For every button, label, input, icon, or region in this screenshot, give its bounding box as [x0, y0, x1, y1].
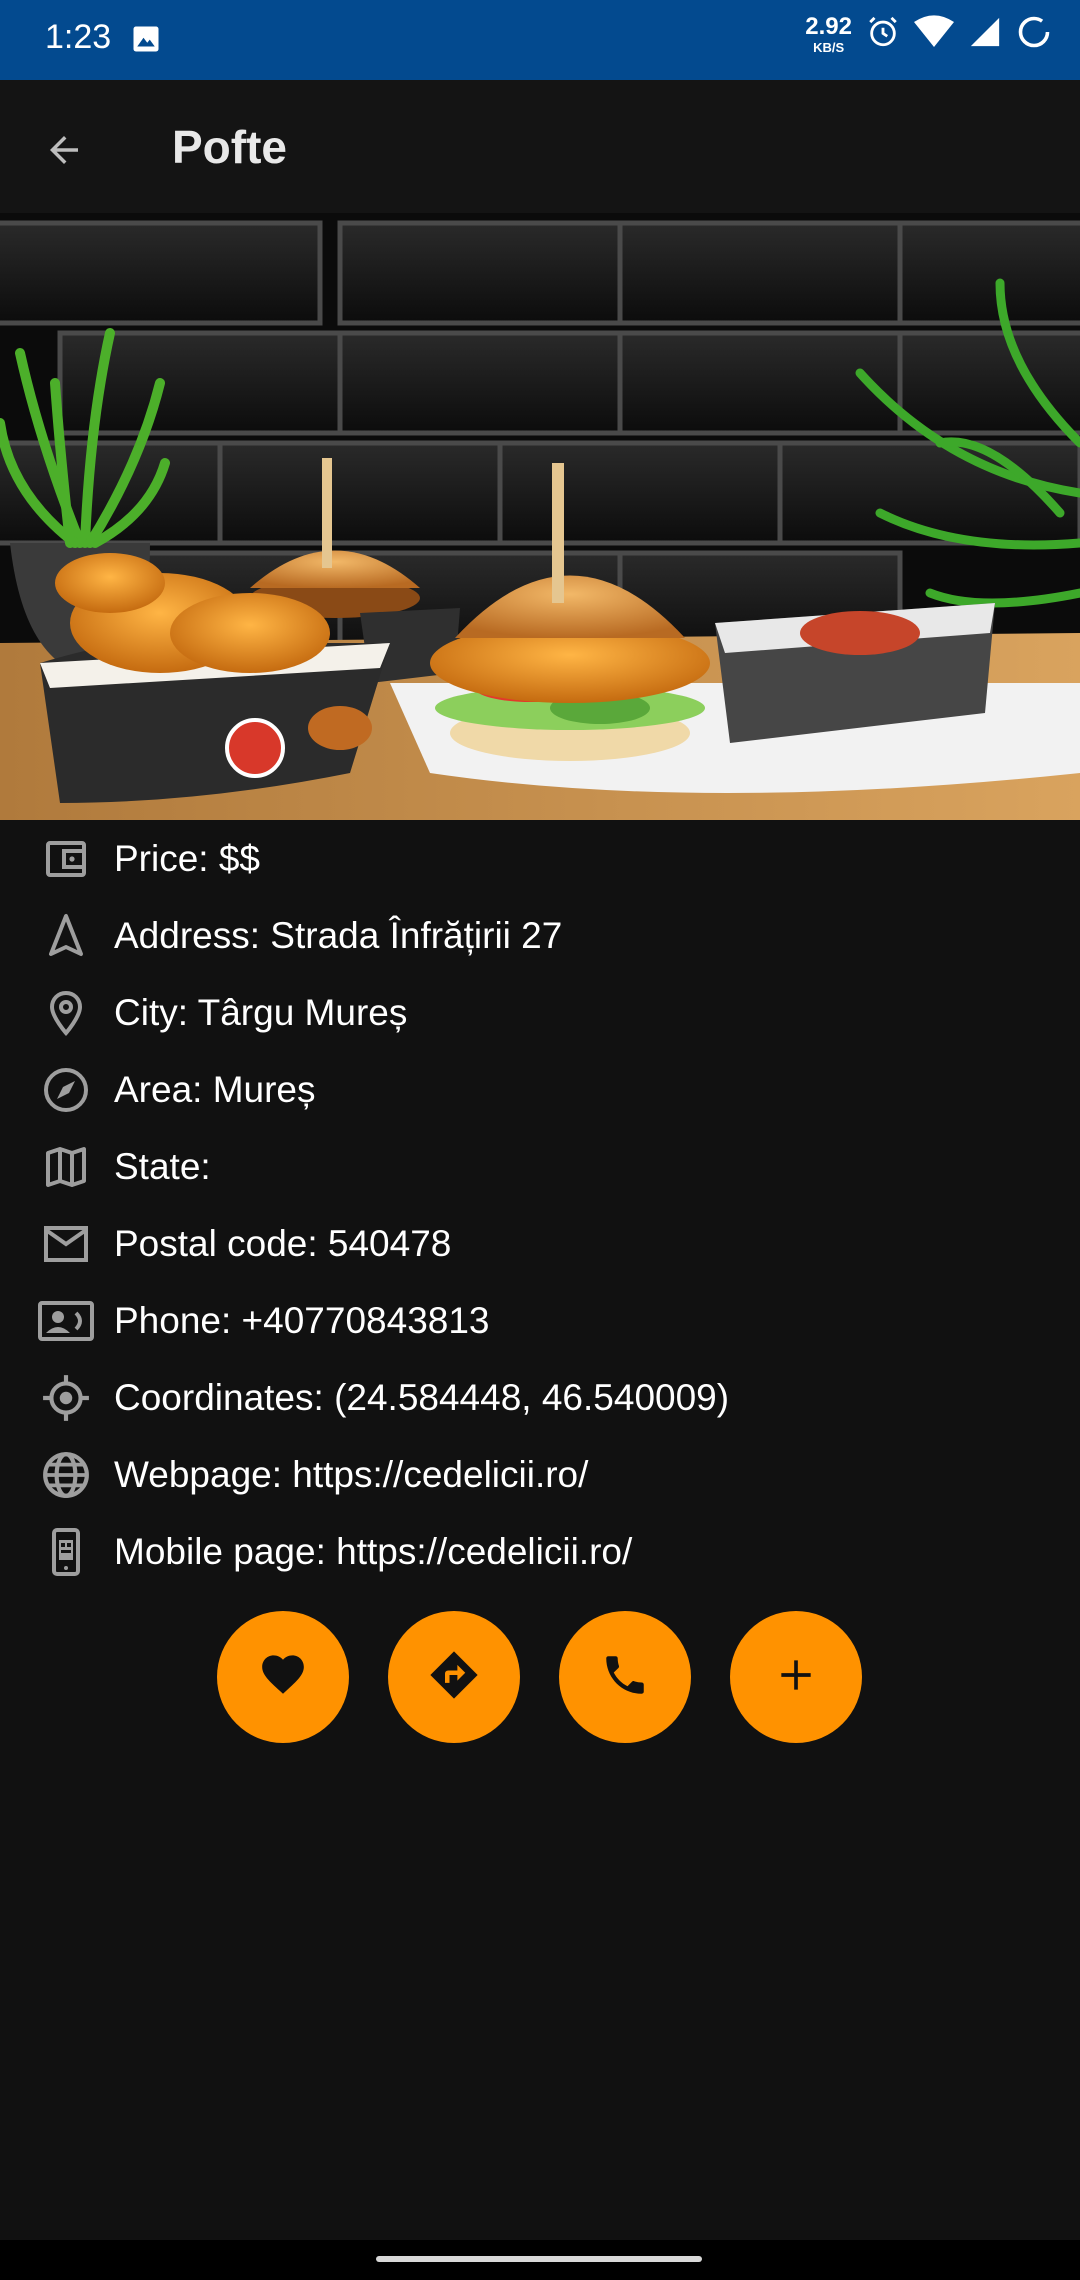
action-buttons: [0, 1611, 1080, 1743]
status-icons: 2.92 KB/S: [805, 14, 1052, 55]
phone-icon: [600, 1650, 650, 1705]
location-pin-icon: [36, 983, 96, 1043]
detail-text: Area: Mureș: [114, 1068, 316, 1110]
detail-text: Webpage: https://cedelicii.ro/: [114, 1453, 589, 1495]
status-time: 1:23: [45, 18, 112, 56]
restaurant-photo: [0, 213, 1080, 820]
detail-city: City: Târgu Mureș: [0, 974, 1080, 1051]
heart-icon: [258, 1650, 308, 1705]
detail-area: Area: Mureș: [0, 1051, 1080, 1128]
cell-signal-icon: [968, 15, 1002, 54]
wallet-icon: [36, 829, 96, 889]
detail-text: Coordinates: (24.584448, 46.540009): [114, 1376, 730, 1418]
add-button[interactable]: [730, 1611, 862, 1743]
mobile-page-icon: [36, 1522, 96, 1582]
detail-phone: Phone: +40770843813: [0, 1282, 1080, 1359]
page-title: Pofte: [172, 121, 287, 173]
compass-icon: [36, 1060, 96, 1120]
detail-text: Price: $$: [114, 837, 261, 879]
directions-icon: [427, 1648, 481, 1707]
plus-icon: [774, 1653, 818, 1702]
detail-text: City: Târgu Mureș: [114, 991, 408, 1033]
detail-text: State:: [114, 1145, 211, 1187]
contact-card-icon: [36, 1291, 96, 1351]
gallery-notification-icon: [131, 24, 161, 59]
call-button[interactable]: [559, 1611, 691, 1743]
mail-icon: [36, 1214, 96, 1274]
detail-text: Address: Strada Înfrățirii 27: [114, 914, 563, 956]
network-speed-unit: KB/S: [813, 40, 845, 55]
navigation-icon: [36, 906, 96, 966]
favorite-button[interactable]: [217, 1611, 349, 1743]
detail-text: Mobile page: https://cedelicii.ro/: [114, 1530, 633, 1572]
app-bar: Pofte: [0, 80, 1080, 213]
gesture-handle[interactable]: [376, 2256, 702, 2262]
detail-coordinates: Coordinates: (24.584448, 46.540009): [0, 1359, 1080, 1436]
arrow-back-icon: [43, 129, 85, 176]
back-button[interactable]: [28, 116, 100, 188]
detail-text: Postal code: 540478: [114, 1222, 452, 1264]
detail-address: Address: Strada Înfrățirii 27: [0, 897, 1080, 974]
network-speed-value: 2.92: [805, 13, 852, 40]
detail-webpage: Webpage: https://cedelicii.ro/: [0, 1436, 1080, 1513]
status-bar: 1:23 2.92 KB/S: [0, 0, 1080, 80]
map-icon: [36, 1137, 96, 1197]
wifi-icon: [914, 15, 954, 54]
detail-state: State:: [0, 1128, 1080, 1205]
battery-saver-icon: [1016, 14, 1052, 55]
directions-button[interactable]: [388, 1611, 520, 1743]
globe-icon: [36, 1445, 96, 1505]
detail-text: Phone: +40770843813: [114, 1299, 490, 1341]
detail-mobile-page: Mobile page: https://cedelicii.ro/: [0, 1513, 1080, 1590]
detail-price: Price: $$: [0, 820, 1080, 897]
network-speed: 2.92 KB/S: [805, 13, 852, 55]
alarm-icon: [866, 15, 900, 54]
gps-target-icon: [36, 1368, 96, 1428]
detail-postal-code: Postal code: 540478: [0, 1205, 1080, 1282]
